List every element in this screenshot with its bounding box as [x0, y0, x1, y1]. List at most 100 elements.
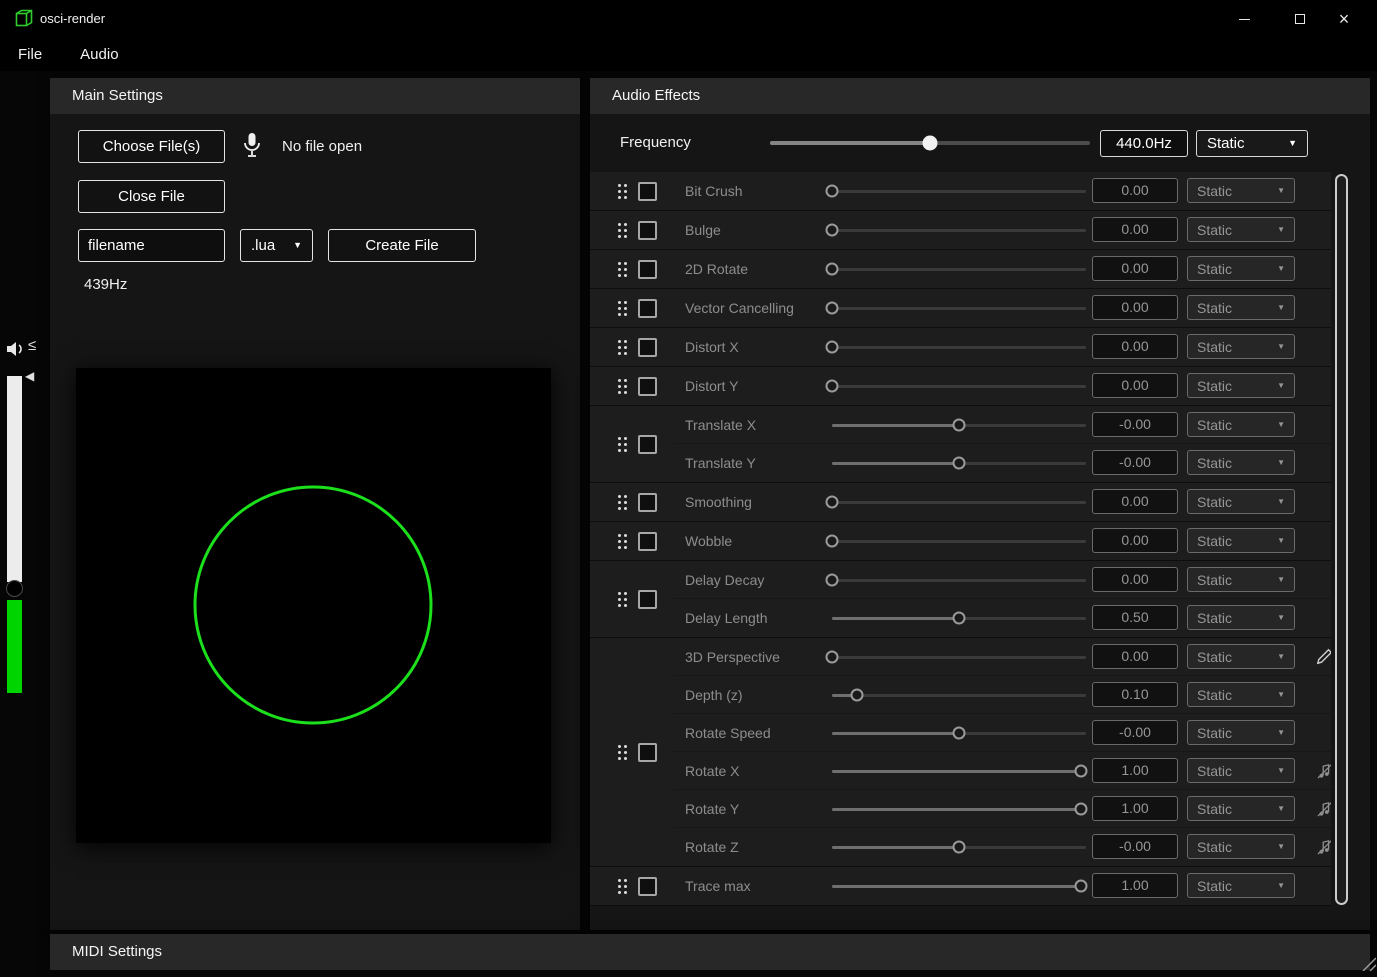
midi-icon[interactable] — [1316, 838, 1331, 856]
effect-slider[interactable] — [832, 417, 1086, 433]
drag-handle-icon[interactable] — [618, 262, 627, 277]
effect-value-box[interactable]: -0.00 — [1092, 450, 1178, 475]
drag-handle-icon[interactable] — [618, 495, 627, 510]
volume-slider[interactable] — [7, 376, 22, 693]
maximize-button[interactable] — [1275, 0, 1325, 38]
effect-slider[interactable] — [832, 725, 1086, 741]
drag-handle-icon[interactable] — [618, 301, 627, 316]
slider-knob[interactable] — [923, 136, 938, 151]
slider-knob[interactable] — [826, 380, 839, 393]
effect-mode-select[interactable]: Static ▼ — [1187, 217, 1295, 242]
slider-track[interactable] — [832, 385, 1086, 388]
slider-track[interactable] — [832, 346, 1086, 349]
effect-mode-select[interactable]: Static ▼ — [1187, 256, 1295, 281]
effect-value-box[interactable]: 1.00 — [1092, 758, 1178, 783]
frequency-value-box[interactable]: 440.0Hz — [1100, 130, 1188, 157]
slider-knob[interactable] — [1074, 880, 1087, 893]
effect-slider[interactable] — [832, 763, 1086, 779]
resize-grip-icon[interactable] — [1359, 954, 1376, 976]
choose-file-button[interactable]: Choose File(s) — [78, 130, 225, 163]
effect-mode-select[interactable]: Static ▼ — [1187, 295, 1295, 320]
effect-slider[interactable] — [832, 494, 1086, 510]
effect-slider[interactable] — [832, 801, 1086, 817]
effect-slider[interactable] — [832, 222, 1086, 238]
effect-mode-select[interactable]: Static ▼ — [1187, 758, 1295, 783]
drag-handle-icon[interactable] — [618, 379, 627, 394]
effect-enable-checkbox[interactable] — [638, 743, 657, 762]
effect-value-box[interactable]: 1.00 — [1092, 796, 1178, 821]
effect-mode-select[interactable]: Static ▼ — [1187, 334, 1295, 359]
effect-slider[interactable] — [832, 533, 1086, 549]
effect-slider[interactable] — [832, 455, 1086, 471]
effect-enable-checkbox[interactable] — [638, 435, 657, 454]
effect-value-box[interactable]: -0.00 — [1092, 834, 1178, 859]
slider-track[interactable] — [832, 501, 1086, 504]
menu-audio[interactable]: Audio — [80, 46, 118, 63]
slider-knob[interactable] — [826, 341, 839, 354]
slider-knob[interactable] — [826, 302, 839, 315]
slider-knob[interactable] — [826, 263, 839, 276]
drag-handle-icon[interactable] — [618, 592, 627, 607]
effect-mode-select[interactable]: Static ▼ — [1187, 644, 1295, 669]
effect-slider[interactable] — [832, 378, 1086, 394]
effect-value-box[interactable]: 0.50 — [1092, 605, 1178, 630]
effect-mode-select[interactable]: Static ▼ — [1187, 605, 1295, 630]
effect-mode-select[interactable]: Static ▼ — [1187, 796, 1295, 821]
effect-mode-select[interactable]: Static ▼ — [1187, 412, 1295, 437]
effect-mode-select[interactable]: Static ▼ — [1187, 720, 1295, 745]
effect-slider[interactable] — [832, 183, 1086, 199]
slider-track[interactable] — [832, 229, 1086, 232]
effect-slider[interactable] — [832, 878, 1086, 894]
midi-settings-header[interactable]: MIDI Settings — [50, 934, 1370, 970]
slider-knob[interactable] — [826, 224, 839, 237]
effect-value-box[interactable]: -0.00 — [1092, 412, 1178, 437]
effect-value-box[interactable]: 0.00 — [1092, 295, 1178, 320]
effect-value-box[interactable]: 0.00 — [1092, 256, 1178, 281]
slider-track[interactable] — [832, 656, 1086, 659]
effect-value-box[interactable]: 0.00 — [1092, 373, 1178, 398]
effect-slider[interactable] — [832, 572, 1086, 588]
effect-value-box[interactable]: -0.00 — [1092, 720, 1178, 745]
slider-track[interactable] — [832, 307, 1086, 310]
effect-value-box[interactable]: 0.00 — [1092, 489, 1178, 514]
effect-slider[interactable] — [832, 687, 1086, 703]
effect-enable-checkbox[interactable] — [638, 377, 657, 396]
effect-slider[interactable] — [832, 339, 1086, 355]
minimize-button[interactable] — [1219, 0, 1269, 38]
effect-slider[interactable] — [832, 610, 1086, 626]
pencil-icon[interactable] — [1316, 648, 1331, 666]
create-file-button[interactable]: Create File — [328, 229, 476, 262]
slider-knob[interactable] — [826, 185, 839, 198]
effect-mode-select[interactable]: Static ▼ — [1187, 528, 1295, 553]
slider-knob[interactable] — [826, 651, 839, 664]
effect-mode-select[interactable]: Static ▼ — [1187, 567, 1295, 592]
volume-track-upper[interactable] — [7, 376, 22, 582]
drag-handle-icon[interactable] — [618, 534, 627, 549]
slider-knob[interactable] — [953, 612, 966, 625]
drag-handle-icon[interactable] — [618, 437, 627, 452]
slider-track[interactable] — [832, 579, 1086, 582]
menu-file[interactable]: File — [18, 46, 42, 63]
effect-mode-select[interactable]: Static ▼ — [1187, 489, 1295, 514]
slider-knob[interactable] — [953, 419, 966, 432]
effect-enable-checkbox[interactable] — [638, 260, 657, 279]
drag-handle-icon[interactable] — [618, 184, 627, 199]
slider-knob[interactable] — [953, 841, 966, 854]
effect-value-box[interactable]: 0.00 — [1092, 644, 1178, 669]
effect-mode-select[interactable]: Static ▼ — [1187, 373, 1295, 398]
slider-knob[interactable] — [953, 457, 966, 470]
effect-slider[interactable] — [832, 839, 1086, 855]
slider-track[interactable] — [832, 694, 1086, 697]
slider-track[interactable] — [832, 190, 1086, 193]
effect-mode-select[interactable]: Static ▼ — [1187, 178, 1295, 203]
slider-track[interactable] — [832, 808, 1086, 811]
effect-enable-checkbox[interactable] — [638, 532, 657, 551]
midi-icon[interactable] — [1316, 762, 1331, 780]
drag-handle-icon[interactable] — [618, 340, 627, 355]
volume-knob[interactable] — [6, 580, 23, 597]
drag-handle-icon[interactable] — [618, 223, 627, 238]
slider-knob[interactable] — [826, 574, 839, 587]
effect-slider[interactable] — [832, 300, 1086, 316]
effect-value-box[interactable]: 0.00 — [1092, 528, 1178, 553]
effect-slider[interactable] — [832, 261, 1086, 277]
